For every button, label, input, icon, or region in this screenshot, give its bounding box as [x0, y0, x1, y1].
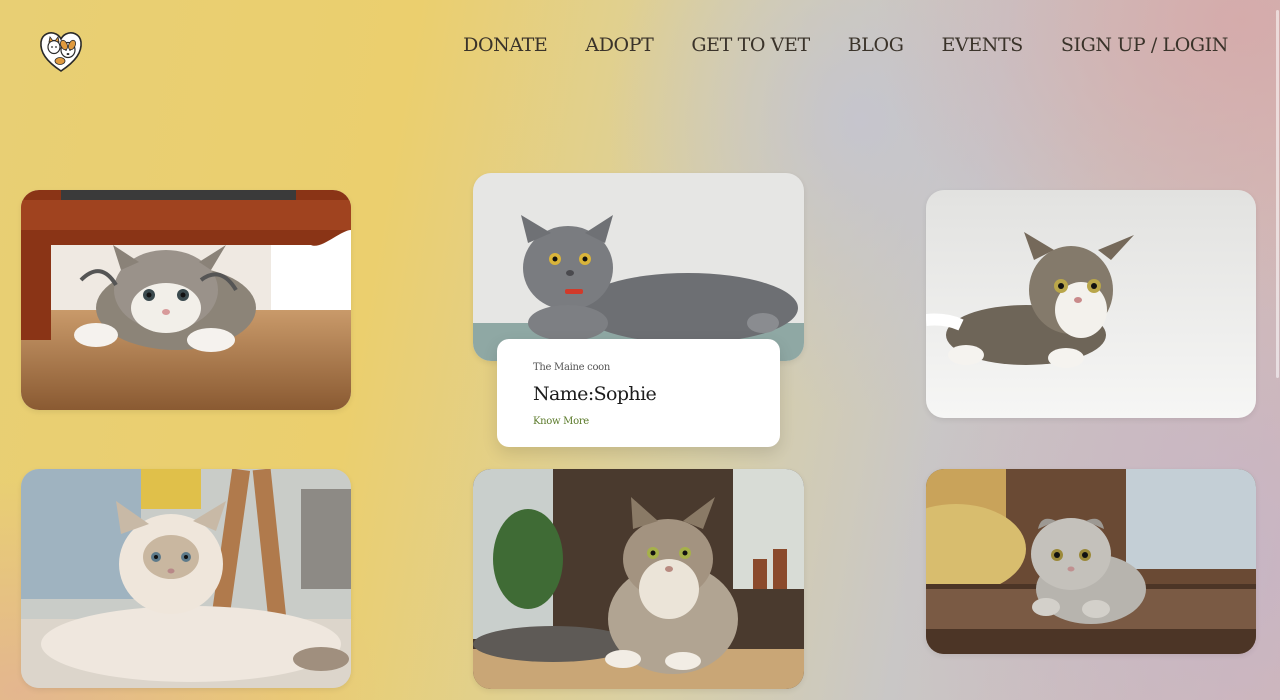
cat-photo-card[interactable] — [21, 469, 351, 688]
grey-cat-photo — [473, 173, 804, 361]
featured-cat-info-card: The Maine coon Name:Sophie Know More — [497, 339, 780, 447]
cat-photo-card[interactable] — [21, 190, 351, 410]
nav-blog[interactable]: BLOG — [848, 32, 904, 58]
maine-coon-cat-photo — [473, 469, 804, 689]
cat-name: Name:Sophie — [533, 383, 657, 405]
cat-breed: The Maine coon — [533, 362, 611, 373]
nav-adopt[interactable]: ADOPT — [585, 32, 653, 58]
tabby-white-cat-photo — [926, 190, 1256, 418]
nav-get-to-vet[interactable]: GET TO VET — [691, 32, 810, 58]
cat-photo-card[interactable] — [926, 190, 1256, 418]
cat-photo-card[interactable] — [473, 469, 804, 689]
nav-donate[interactable]: DONATE — [463, 32, 548, 58]
cat-photo-card[interactable] — [473, 173, 804, 361]
nav-events[interactable]: EVENTS — [941, 32, 1023, 58]
nav-sign-up-login[interactable]: SIGN UP / LOGIN — [1061, 32, 1229, 58]
scottish-fold-kitten-photo — [926, 469, 1256, 654]
know-more-link[interactable]: Know More — [533, 415, 589, 429]
scrollbar[interactable] — [1275, 0, 1280, 700]
scrollbar-thumb[interactable] — [1276, 10, 1279, 378]
cat-photo-card[interactable] — [926, 469, 1256, 654]
fluffy-cream-cat-photo — [21, 469, 351, 688]
tabby-kitten-photo — [21, 190, 351, 410]
main-nav: DONATE ADOPT GET TO VET BLOG EVENTS SIGN… — [425, 32, 1228, 58]
heart-cat-dog-logo-icon[interactable] — [38, 28, 84, 74]
